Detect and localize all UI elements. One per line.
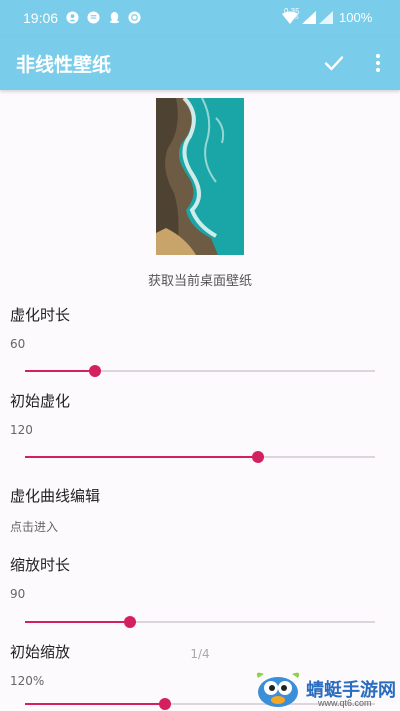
wifi-icon <box>282 11 298 24</box>
initial-blur-slider[interactable] <box>25 450 375 464</box>
slider-thumb[interactable] <box>252 451 265 463</box>
status-bar: 19:06 0.35 KB/S 100% <box>0 0 400 36</box>
message-icon <box>87 11 100 24</box>
setting-zoom-duration[interactable]: 缩放时长 90 <box>10 554 70 601</box>
setting-initial-blur[interactable]: 初始虚化 120 <box>10 390 70 437</box>
slider-fill <box>25 621 130 623</box>
watermark: 蜻蜓手游网 www.qt6.com <box>252 668 400 711</box>
slider-thumb[interactable] <box>159 698 171 710</box>
wallpaper-preview[interactable] <box>156 98 244 255</box>
zoom-duration-slider[interactable] <box>25 615 375 629</box>
more-vertical-icon[interactable] <box>366 51 390 75</box>
slider-fill <box>25 370 95 372</box>
blur-duration-slider[interactable] <box>25 364 375 378</box>
status-time: 19:06 <box>23 10 59 26</box>
setting-value: 点击进入 <box>10 520 59 534</box>
signal-icon <box>302 11 316 24</box>
sync-icon <box>128 11 141 24</box>
setting-value: 120 <box>10 423 33 437</box>
account-icon <box>66 11 79 24</box>
get-wallpaper-button[interactable]: 获取当前桌面壁纸 <box>0 270 400 289</box>
watermark-url: www.qt6.com <box>318 698 372 708</box>
slider-thumb[interactable] <box>124 616 136 628</box>
battery-level: 100% <box>339 10 373 25</box>
setting-label: 缩放时长 <box>10 556 71 574</box>
setting-blur-duration[interactable]: 虚化时长 60 <box>10 304 70 351</box>
setting-label: 虚化曲线编辑 <box>10 487 101 505</box>
setting-value: 120% <box>10 674 45 688</box>
check-icon[interactable] <box>322 51 346 75</box>
page-indicator: 1/4 <box>190 647 210 661</box>
setting-blur-curve-edit[interactable]: 虚化曲线编辑 点击进入 <box>10 485 100 535</box>
slider-thumb[interactable] <box>89 365 101 377</box>
slider-fill <box>25 456 259 458</box>
app-bar: 非线性壁纸 <box>0 36 400 90</box>
page-title: 非线性壁纸 <box>16 54 112 76</box>
setting-value: 60 <box>10 337 26 351</box>
wallpaper-image <box>156 98 244 255</box>
dragonfly-mascot-icon <box>256 672 300 707</box>
signal-icon-2 <box>319 11 333 24</box>
setting-value: 90 <box>10 587 26 601</box>
setting-label: 初始虚化 <box>10 392 71 410</box>
setting-label: 虚化时长 <box>10 306 71 324</box>
qq-icon <box>109 11 120 24</box>
slider-fill <box>25 703 165 705</box>
